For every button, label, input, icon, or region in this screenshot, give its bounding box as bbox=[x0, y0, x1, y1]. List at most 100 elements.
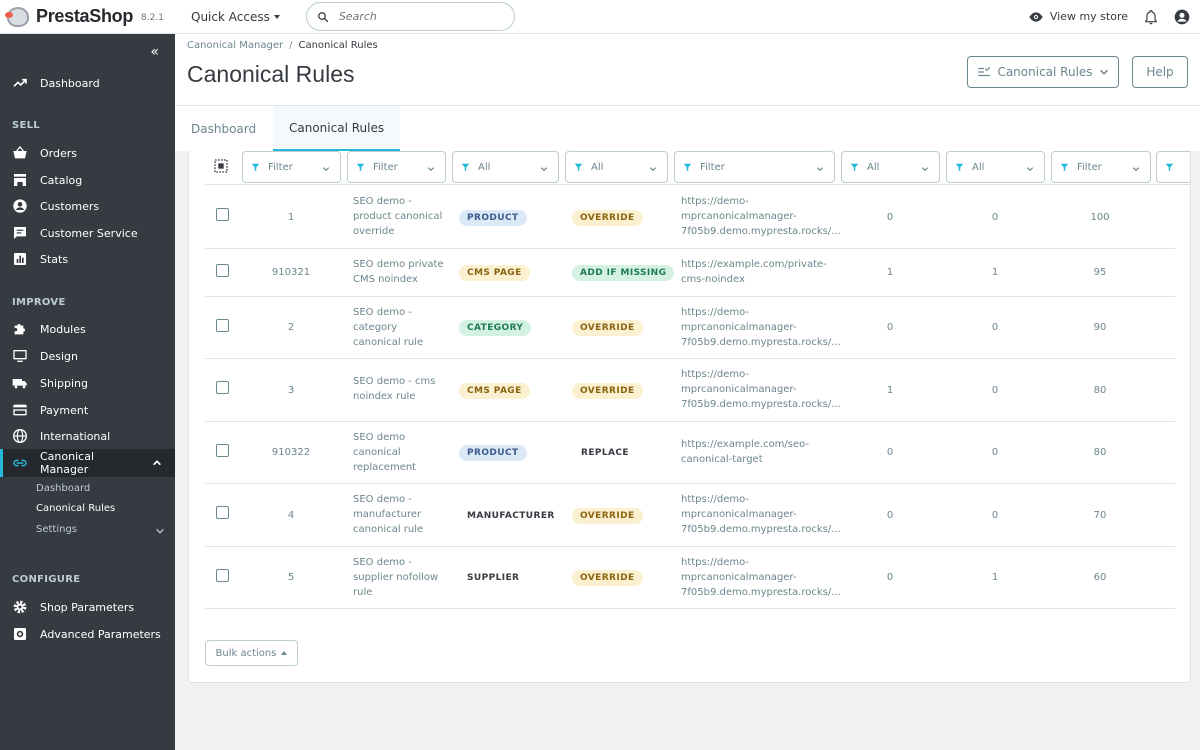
breadcrumb-parent[interactable]: Canonical Manager bbox=[187, 40, 283, 51]
sidebar-item-customers[interactable]: Customers bbox=[0, 193, 175, 219]
top-right-actions: View my store bbox=[1028, 9, 1200, 25]
column-6-value: 0 bbox=[886, 212, 894, 223]
sidebar-item-label: Stats bbox=[40, 252, 69, 266]
funnel-icon bbox=[955, 163, 964, 171]
filter-row: Filter Filter All All Filter All All Fil… bbox=[205, 151, 1190, 185]
filter-column-6[interactable]: All bbox=[841, 151, 940, 183]
filter-label: Filter bbox=[1077, 161, 1102, 173]
filter-type[interactable]: All bbox=[452, 151, 559, 183]
filter-url[interactable]: Filter bbox=[674, 151, 835, 183]
row-checkbox[interactable] bbox=[216, 569, 229, 582]
table-row[interactable]: 4 SEO demo - manufacturer canonical rule… bbox=[205, 484, 1175, 547]
column-7-value: 1 bbox=[991, 572, 999, 583]
table-row[interactable]: 910321 SEO demo private CMS noindex CMS … bbox=[205, 249, 1175, 297]
funnel-icon bbox=[683, 163, 692, 171]
caret-up-icon bbox=[281, 651, 288, 655]
funnel-icon bbox=[251, 163, 260, 171]
filter-id[interactable]: Filter bbox=[242, 151, 341, 183]
trending-up-icon bbox=[13, 78, 27, 87]
sidebar-item-label: Shipping bbox=[40, 376, 88, 390]
help-button[interactable]: Help bbox=[1132, 56, 1188, 88]
target-url: https://demo-mprcanonicalmanager-7f05b9.… bbox=[681, 369, 841, 410]
priority-value: 80 bbox=[1093, 385, 1107, 396]
filter-priority[interactable]: Filter bbox=[1051, 151, 1151, 183]
chevron-down-icon[interactable] bbox=[155, 526, 165, 536]
sidebar-item-label: Advanced Parameters bbox=[40, 627, 161, 641]
sidebar-item-payment[interactable]: Payment bbox=[0, 397, 175, 423]
chevron-down-icon bbox=[816, 167, 824, 172]
collapse-sidebar-icon[interactable]: « bbox=[150, 44, 159, 60]
chevron-down-icon bbox=[921, 167, 929, 172]
tab-bar: Dashboard Canonical Rules bbox=[175, 105, 1200, 152]
sidebar-item-shipping[interactable]: Shipping bbox=[0, 370, 175, 396]
tab-canonical-rules[interactable]: Canonical Rules bbox=[273, 106, 401, 152]
action-badge: REPLACE bbox=[581, 448, 629, 458]
puffin-logo-icon bbox=[4, 4, 34, 30]
puzzle-icon bbox=[14, 324, 25, 335]
filter-name[interactable]: Filter bbox=[347, 151, 446, 183]
row-checkbox[interactable] bbox=[216, 381, 229, 394]
sidebar-item-design[interactable]: Design bbox=[0, 343, 175, 369]
sidebar-item-international[interactable]: International bbox=[0, 423, 175, 449]
select-all-icon[interactable] bbox=[213, 158, 229, 174]
bulk-actions-button[interactable]: Bulk actions bbox=[205, 640, 298, 666]
table-row[interactable]: 1 SEO demo - product canonical override … bbox=[205, 185, 1175, 249]
sidebar-subitem-dashboard[interactable]: Dashboard bbox=[36, 483, 90, 494]
sidebar-item-label: Design bbox=[40, 349, 78, 363]
filter-action[interactable]: All bbox=[565, 151, 668, 183]
caret-down-icon bbox=[273, 14, 280, 19]
table-row[interactable]: 910322 SEO demo canonical replacement PR… bbox=[205, 422, 1175, 484]
funnel-icon bbox=[574, 163, 583, 171]
canonical-rules-dropdown-button[interactable]: Canonical Rules bbox=[967, 56, 1119, 88]
table-row[interactable]: 2 SEO demo - category canonical rule CAT… bbox=[205, 297, 1175, 359]
search-box[interactable] bbox=[305, 2, 515, 31]
filter-label: Filter bbox=[700, 161, 725, 173]
sidebar-item-orders[interactable]: Orders bbox=[0, 140, 175, 166]
sidebar-item-stats[interactable]: Stats bbox=[0, 246, 175, 272]
sidebar-item-canonical-manager[interactable]: Canonical Manager bbox=[0, 449, 175, 477]
sidebar-item-shop-parameters[interactable]: Shop Parameters bbox=[0, 594, 175, 620]
chevron-down-icon bbox=[322, 167, 330, 172]
column-6-value: 0 bbox=[886, 447, 894, 458]
rule-id: 5 bbox=[287, 572, 295, 583]
sidebar-item-customer-service[interactable]: Customer Service bbox=[0, 220, 175, 246]
sidebar-subitem-settings[interactable]: Settings bbox=[36, 524, 77, 535]
sidebar-item-catalog[interactable]: Catalog bbox=[0, 167, 175, 193]
row-checkbox[interactable] bbox=[216, 319, 229, 332]
search-input[interactable] bbox=[338, 10, 489, 23]
funnel-icon bbox=[1060, 163, 1069, 171]
row-checkbox[interactable] bbox=[216, 264, 229, 277]
row-checkbox[interactable] bbox=[216, 208, 229, 221]
sidebar-subitem-canonical-rules[interactable]: Canonical Rules bbox=[36, 503, 115, 514]
action-badge: ADD IF MISSING bbox=[572, 265, 675, 281]
sidebar-item-modules[interactable]: Modules bbox=[0, 316, 175, 342]
filter-label: All bbox=[478, 161, 491, 173]
notifications-bell-icon[interactable] bbox=[1144, 9, 1158, 25]
table-row[interactable]: 3 SEO demo - cms noindex rule CMS PAGE O… bbox=[205, 359, 1175, 422]
table-row[interactable]: 5 SEO demo - supplier nofollow rule SUPP… bbox=[205, 547, 1175, 609]
column-7-value: 0 bbox=[991, 447, 999, 458]
rule-name: SEO demo canonical replacement bbox=[353, 432, 417, 473]
filter-column-7[interactable]: All bbox=[946, 151, 1045, 183]
quick-access-dropdown[interactable]: Quick Access bbox=[191, 10, 280, 24]
rule-name: SEO demo - category canonical rule bbox=[353, 307, 424, 348]
priority-value: 100 bbox=[1090, 212, 1110, 223]
target-url: https://example.com/seo-canonical-target bbox=[681, 439, 810, 465]
view-store-link[interactable]: View my store bbox=[1028, 10, 1128, 23]
account-avatar-icon[interactable] bbox=[1174, 9, 1190, 25]
column-7-value: 0 bbox=[991, 385, 999, 396]
action-badge: OVERRIDE bbox=[572, 383, 643, 399]
search-icon bbox=[317, 11, 328, 22]
row-checkbox[interactable] bbox=[216, 506, 229, 519]
priority-value: 90 bbox=[1093, 322, 1107, 333]
sidebar-item-dashboard[interactable]: Dashboard bbox=[0, 70, 175, 96]
sidebar-item-advanced-parameters[interactable]: Advanced Parameters bbox=[0, 621, 175, 647]
logo-text: PrestaShop bbox=[36, 6, 134, 26]
filter-column-9[interactable] bbox=[1156, 151, 1190, 183]
logo[interactable]: PrestaShop 8.2.1 bbox=[0, 0, 175, 34]
row-checkbox[interactable] bbox=[216, 444, 229, 457]
column-6-value: 1 bbox=[886, 267, 894, 278]
filter-label: Filter bbox=[373, 161, 398, 173]
chevron-down-icon bbox=[649, 167, 657, 172]
tab-dashboard[interactable]: Dashboard bbox=[191, 106, 256, 151]
